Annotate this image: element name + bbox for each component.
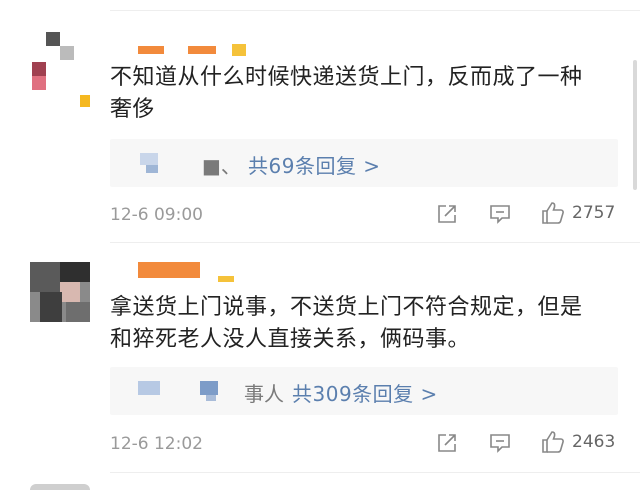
next-avatar-partial [30,484,90,490]
badge-redacted [80,95,90,107]
share-icon [438,434,456,452]
username-redacted[interactable] [110,44,250,56]
top-divider [110,10,640,11]
reply-avatar-redacted [138,381,160,395]
comment-text-line: 和猝死老人没人直接关系，俩码事。 [110,327,471,352]
share-button[interactable] [436,432,458,454]
comment-icon [490,205,510,224]
comment-button[interactable] [488,203,512,225]
comment-text-line: 不知道从什么时候快递送货上门，反而成了一种 [110,65,583,90]
reply-preview-box[interactable]: ■、 共69条回复 > [110,139,618,187]
reply-author-redacted: ■、 [202,154,241,178]
view-replies-link[interactable]: 共69条回复 > [248,150,381,179]
share-button[interactable] [436,203,458,225]
comment-icon [490,434,510,453]
reply-avatar-redacted [206,395,216,401]
scrollbar-thumb[interactable] [633,60,637,190]
comment-divider [110,242,640,243]
username-redacted[interactable] [138,262,238,286]
comment-text: 拿送货上门说事，不送货上门不符合规定，但是 和猝死老人没人直接关系，俩码事。 [110,292,610,356]
comment-text-line: 奢侈 [110,97,156,122]
avatar[interactable] [30,262,90,322]
comment-timestamp: 12-6 12:02 [110,434,203,454]
reply-avatar-redacted [140,153,158,165]
comment-divider [110,472,640,473]
reply-author-redacted: 事人 [244,382,284,406]
reply-preview-box[interactable]: 事人 共309条回复 > [110,367,618,415]
thumbs-up-icon [542,431,564,453]
comment-text: 不知道从什么时候快递送货上门，反而成了一种 奢侈 [110,62,610,126]
view-replies-link[interactable]: 共309条回复 > [292,378,438,407]
reply-avatar-redacted [146,165,158,173]
like-count: 2463 [572,432,616,452]
comment-timestamp: 12-6 09:00 [110,205,203,225]
like-button[interactable]: 2757 [540,201,615,225]
like-button[interactable]: 2463 [540,430,615,454]
thumbs-up-icon [542,202,564,224]
comment-text-line: 拿送货上门说事，不送货上门不符合规定，但是 [110,295,583,320]
like-count: 2757 [572,203,616,223]
share-icon [438,205,456,223]
comment-button[interactable] [488,432,512,454]
reply-avatar-redacted [200,381,218,395]
avatar[interactable] [30,32,90,92]
